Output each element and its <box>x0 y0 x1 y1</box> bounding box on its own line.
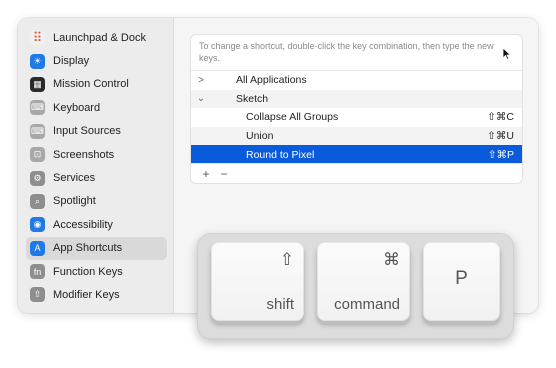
sidebar-item-label: Services <box>53 172 96 185</box>
shortcut-row[interactable]: Collapse All Groups ⇧⌘C <box>191 108 522 127</box>
sidebar-item-label: Modifier Keys <box>53 288 120 301</box>
keyboard-icon: ⌨ <box>30 100 45 116</box>
command-key-label: command <box>334 296 400 313</box>
shortcuts-panel: To change a shortcut, double-click the k… <box>190 34 523 184</box>
app-shortcuts-icon: A <box>30 240 45 256</box>
display-icon: ☀ <box>30 53 45 69</box>
sidebar-item-label: Display <box>53 55 90 68</box>
sidebar-item-display[interactable]: ☀ Display <box>26 49 167 72</box>
keyboard-shortcut-illustration: ⇧ shift ⌘ command P <box>197 233 514 339</box>
sidebar-item-app-shortcuts[interactable]: A App Shortcuts <box>26 236 167 260</box>
chevron-right-icon[interactable]: > <box>195 75 207 86</box>
sidebar-item-label: Mission Control <box>53 78 129 91</box>
shift-icon: ⇧ <box>279 250 294 269</box>
hint-text: To change a shortcut, double-click the k… <box>191 35 522 71</box>
sidebar-item-label: Input Sources <box>53 125 121 138</box>
shift-key: ⇧ shift <box>211 242 304 321</box>
sidebar-item-launchpad-dock[interactable]: ⠿ Launchpad & Dock <box>26 26 167 49</box>
sidebar-item-input-sources[interactable]: ⌨ Input Sources <box>26 120 167 143</box>
mission-control-icon: ▦ <box>30 76 45 92</box>
input-sources-icon: ⌨ <box>30 123 45 139</box>
p-key-label: P <box>455 268 468 289</box>
mouse-pointer-icon <box>502 47 512 61</box>
sidebar-item-modifier-keys[interactable]: ⇧ Modifier Keys <box>26 283 167 306</box>
screenshots-icon: ⊡ <box>30 147 45 163</box>
p-key: P <box>423 242 500 321</box>
spotlight-icon: ⌕ <box>30 193 45 209</box>
sidebar-item-label: Keyboard <box>53 101 101 114</box>
shift-key-label: shift <box>266 296 294 313</box>
sidebar-item-screenshots[interactable]: ⊡ Screenshots <box>26 143 167 166</box>
sidebar-item-label: Spotlight <box>53 195 96 208</box>
app-group-row[interactable]: ⌄ Sketch <box>191 89 522 109</box>
command-key: ⌘ command <box>317 242 410 321</box>
shortcut-row[interactable]: Round to Pixel ⇧⌘P <box>191 145 522 164</box>
shortcut-list: > All Applications ⌄ Sketch Collapse All Gro… <box>191 71 522 164</box>
remove-button[interactable]: − <box>215 167 233 181</box>
app-group-row[interactable]: > All Applications <box>191 71 522 90</box>
sidebar-item-function-keys[interactable]: fn Function Keys <box>26 260 167 283</box>
sidebar-item-mission-control[interactable]: ▦ Mission Control <box>26 73 167 96</box>
chevron-down-icon[interactable]: ⌄ <box>195 93 207 104</box>
sidebar-item-keyboard[interactable]: ⌨ Keyboard <box>26 96 167 119</box>
sidebar-item-label: Screenshots <box>53 148 115 161</box>
sidebar-item-label: Function Keys <box>53 265 123 278</box>
row-label: Round to Pixel <box>246 148 315 161</box>
function-keys-icon: fn <box>30 264 45 280</box>
shortcut-keys[interactable]: ⇧⌘U <box>487 130 514 142</box>
sidebar-item-spotlight[interactable]: ⌕ Spotlight <box>26 190 167 213</box>
sidebar-item-label: Launchpad & Dock <box>53 31 146 44</box>
sidebar-item-label: Accessibility <box>53 218 113 231</box>
shortcut-keys[interactable]: ⇧⌘C <box>487 111 514 123</box>
row-label: Collapse All Groups <box>246 111 339 124</box>
sidebar-item-accessibility[interactable]: ◉ Accessibility <box>26 213 167 236</box>
list-footer: + − <box>191 163 522 183</box>
services-icon: ⚙ <box>30 170 45 186</box>
row-label: Union <box>246 130 274 143</box>
shortcut-row[interactable]: Union ⇧⌘U <box>191 126 522 146</box>
sidebar: ⠿ Launchpad & Dock ☀ Display ▦ Mission Contro… <box>18 18 174 313</box>
sidebar-item-label: App Shortcuts <box>53 242 123 255</box>
command-icon: ⌘ <box>383 250 400 269</box>
row-label: All Applications <box>236 74 307 87</box>
row-label: Sketch <box>236 92 269 105</box>
add-button[interactable]: + <box>197 167 215 181</box>
shortcut-keys[interactable]: ⇧⌘P <box>488 149 514 161</box>
hint-label: To change a shortcut, double-click the k… <box>199 41 494 63</box>
accessibility-icon: ◉ <box>30 217 45 233</box>
launchpad-icon: ⠿ <box>30 30 45 46</box>
sidebar-item-services[interactable]: ⚙ Services <box>26 166 167 189</box>
modifier-keys-icon: ⇧ <box>30 287 45 303</box>
